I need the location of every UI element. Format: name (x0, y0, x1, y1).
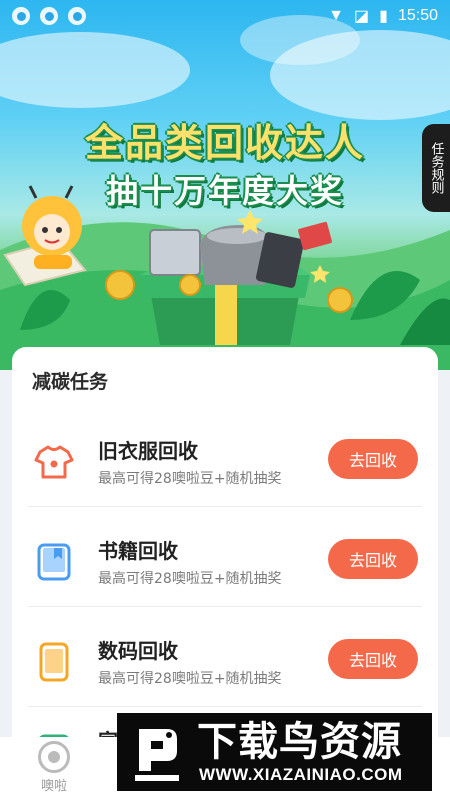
banner: 全品类回收达人 抽十万年度大奖 (0, 0, 450, 370)
recycle-button[interactable]: 去回收 (328, 539, 418, 579)
shield-icon (40, 7, 58, 25)
task-desc: 最高可得28噢啦豆+随机抽奖 (98, 671, 282, 687)
task-item-digital: 数码回收 最高可得28噢啦豆+随机抽奖 去回收 (12, 607, 438, 707)
task-card: 减碳任务 旧衣服回收 最高可得28噢啦豆+随机抽奖 去回收 书籍回收 最高可得2… (12, 347, 438, 768)
infinity-icon (12, 7, 30, 25)
battery-icon: ▮ (379, 8, 388, 25)
chrome-icon (68, 7, 86, 25)
banner-title: 全品类回收达人 (84, 121, 365, 165)
tab-olla[interactable]: 噢啦 (24, 741, 84, 794)
banner-subtitle: 抽十万年度大奖 (105, 172, 344, 210)
task-desc: 最高可得28噢啦豆+随机抽奖 (98, 571, 282, 587)
tab-label: 噢啦 (40, 779, 67, 794)
tshirt-icon (34, 445, 74, 479)
no-sim-icon: ◪ (354, 8, 370, 25)
bird-logo-icon (135, 729, 179, 781)
task-name: 旧衣服回收 (98, 439, 198, 463)
task-name: 书籍回收 (98, 539, 178, 563)
task-item-clothes: 旧衣服回收 最高可得28噢啦豆+随机抽奖 去回收 (12, 407, 438, 507)
watermark: 下载鸟资源 WWW.XIAZAINIAO.COM (117, 713, 432, 791)
task-rules-label: 任务规则 (428, 142, 444, 194)
section-title: 减碳任务 (32, 371, 109, 393)
task-name: 数码回收 (98, 639, 178, 663)
task-rules-button[interactable]: 任务规则 (422, 124, 450, 212)
phone-icon (39, 642, 69, 682)
status-bar: ▼ ◪ ▮ 15:50 (0, 0, 450, 32)
book-icon (37, 543, 71, 581)
watermark-text: 下载鸟资源 (197, 719, 402, 765)
task-item-books: 书籍回收 最高可得28噢啦豆+随机抽奖 去回收 (12, 507, 438, 607)
task-desc: 最高可得28噢啦豆+随机抽奖 (98, 471, 282, 487)
status-time: 15:50 (397, 7, 438, 24)
olla-icon (38, 741, 70, 773)
wifi-icon: ▼ (328, 7, 345, 24)
recycle-button[interactable]: 去回收 (328, 639, 418, 679)
recycle-button[interactable]: 去回收 (328, 439, 418, 479)
watermark-url: WWW.XIAZAINIAO.COM (199, 765, 403, 784)
